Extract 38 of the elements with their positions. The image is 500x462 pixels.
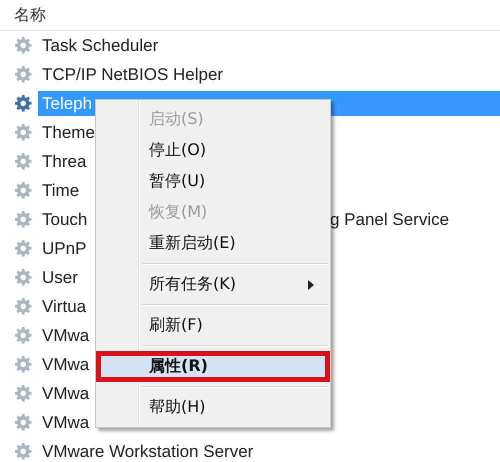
service-name[interactable]: TCP/IP NetBIOS Helper xyxy=(40,62,226,86)
gear-icon xyxy=(14,238,34,258)
menu-item[interactable]: 暂停(U) xyxy=(96,166,330,197)
gear-icon xyxy=(14,180,34,200)
gear-icon xyxy=(14,326,34,346)
menu-item[interactable]: 属性(R) xyxy=(96,351,330,382)
service-name[interactable]: Task Scheduler xyxy=(40,34,160,58)
service-name[interactable]: Threa xyxy=(40,150,88,174)
service-name[interactable]: VMwa xyxy=(40,410,92,434)
gear-icon xyxy=(14,354,34,374)
gear-icon xyxy=(14,268,34,288)
service-name[interactable]: VMware Workstation Server xyxy=(40,440,256,462)
gear-icon xyxy=(14,412,34,432)
service-name[interactable]: Theme xyxy=(40,120,97,144)
submenu-arrow-icon xyxy=(308,280,314,290)
service-name[interactable]: VMwa xyxy=(40,382,92,406)
menu-item[interactable]: 所有任务(K) xyxy=(96,269,330,300)
menu-item[interactable]: 帮助(H) xyxy=(96,392,330,423)
menu-item[interactable]: 停止(O) xyxy=(96,135,330,166)
column-header[interactable]: 名称 xyxy=(14,4,46,26)
menu-item[interactable]: 重新启动(E) xyxy=(96,228,330,259)
gear-icon xyxy=(14,94,34,114)
service-name[interactable]: g Panel Service xyxy=(330,210,450,230)
gear-icon xyxy=(14,384,34,404)
service-name[interactable]: Touch xyxy=(40,208,90,232)
service-name[interactable]: Virtua xyxy=(40,294,88,318)
service-name[interactable]: VMwa xyxy=(40,352,92,376)
service-name[interactable]: VMwa xyxy=(40,324,92,348)
gear-icon xyxy=(14,152,34,172)
gear-icon xyxy=(14,210,34,230)
gear-icon xyxy=(14,122,34,142)
gear-icon xyxy=(14,296,34,316)
service-name[interactable]: UPnP xyxy=(40,236,88,260)
gear-icon xyxy=(14,36,34,56)
service-name[interactable]: Time xyxy=(40,178,82,202)
gear-icon xyxy=(14,64,34,84)
service-name[interactable]: User xyxy=(40,266,80,290)
menu-item[interactable]: 刷新(F) xyxy=(96,310,330,341)
